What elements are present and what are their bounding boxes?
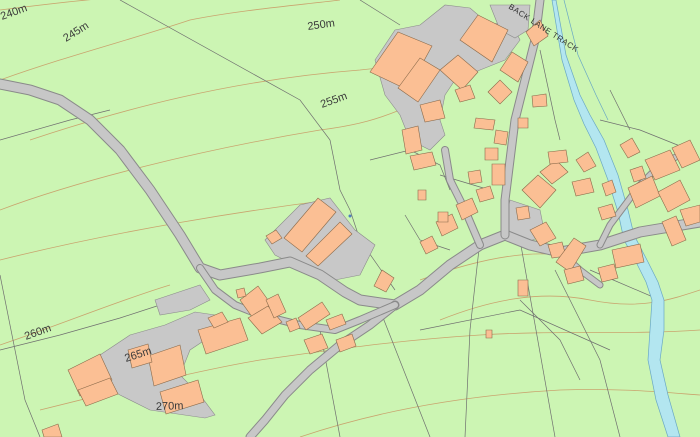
contour-label-245: 245m [61, 20, 91, 45]
map-canvas[interactable]: 240m 245m 250m 255m 260m 265m 270m BACK … [0, 0, 700, 437]
contour-label-255: 255m [319, 90, 349, 111]
contour-label-250: 250m [307, 17, 336, 33]
contour-label-240: 240m [0, 2, 29, 23]
contour-label-270: 270m [156, 400, 184, 413]
contour-label-260: 260m [23, 322, 53, 343]
point-marker [348, 214, 352, 218]
map-viewport[interactable]: 240m 245m 250m 255m 260m 265m 270m BACK … [0, 0, 700, 437]
